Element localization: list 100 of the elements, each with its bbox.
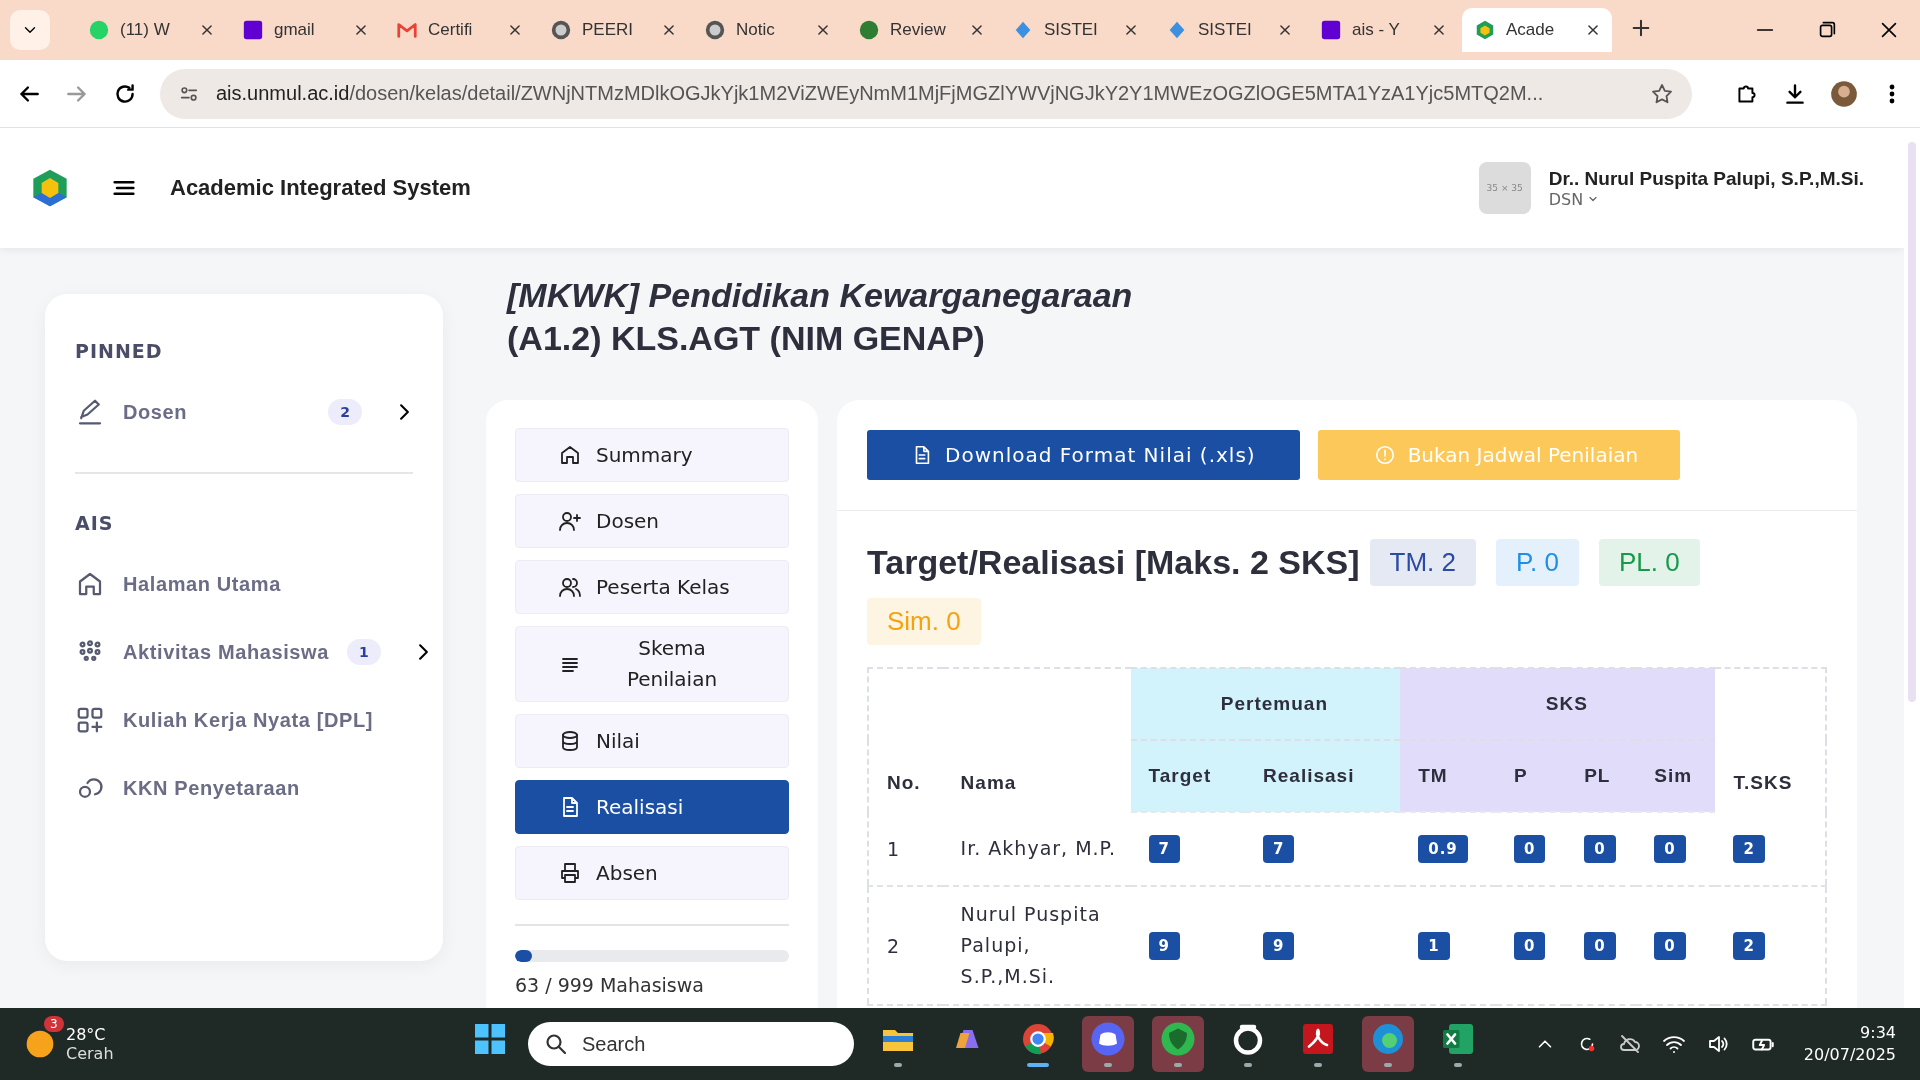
class-title: (A1.2) KLS.AGT (NIM GENAP) bbox=[507, 318, 986, 359]
close-icon[interactable] bbox=[816, 23, 830, 37]
group-header: SKS bbox=[1400, 668, 1716, 740]
table-cell: Nurul Puspita Palupi, S.P.,M.Si. bbox=[942, 886, 1131, 1005]
sidebar-item[interactable]: Aktivitas Mahasiswa 1 bbox=[75, 618, 413, 686]
plus-icon bbox=[1630, 17, 1652, 39]
pdf-icon bbox=[1300, 1021, 1336, 1057]
table-cell: 1 bbox=[868, 812, 943, 886]
close-icon[interactable] bbox=[1124, 23, 1138, 37]
star-icon[interactable] bbox=[1650, 81, 1674, 106]
temperature: 28°C bbox=[66, 1025, 107, 1044]
cloud-offline-icon[interactable] bbox=[1617, 1032, 1642, 1056]
menu-button[interactable]: Nilai bbox=[515, 714, 789, 768]
search-field[interactable]: Search bbox=[528, 1022, 854, 1066]
close-icon[interactable] bbox=[970, 23, 984, 37]
square-icon bbox=[1320, 19, 1342, 41]
column-header: T.SKS bbox=[1715, 668, 1826, 812]
close-icon[interactable] bbox=[1278, 23, 1292, 37]
printer-icon bbox=[558, 861, 582, 885]
browser-tab[interactable]: PEERI bbox=[538, 8, 688, 52]
sun-icon[interactable] bbox=[24, 1028, 56, 1060]
user-role[interactable]: DSN bbox=[1548, 189, 1584, 209]
browser-tab[interactable]: SISTEI bbox=[1000, 8, 1150, 52]
browser-tab[interactable]: Certifi bbox=[384, 8, 534, 52]
menu-button[interactable]: Peserta Kelas bbox=[515, 560, 789, 614]
browser-tab[interactable]: Acade bbox=[1462, 8, 1612, 52]
count-badge: 1 bbox=[346, 639, 381, 665]
home-icon bbox=[558, 443, 582, 467]
close-icon[interactable] bbox=[1432, 23, 1446, 37]
column-header: Target bbox=[1130, 740, 1246, 812]
sidebar-item[interactable]: Dosen 2 bbox=[75, 378, 413, 446]
browser-tab[interactable]: SISTEI bbox=[1154, 8, 1304, 52]
column-header: No. bbox=[868, 668, 943, 812]
clock-date[interactable]: 20/07/2025 bbox=[1803, 1044, 1896, 1066]
start-icon bbox=[472, 1021, 508, 1057]
users-icon bbox=[558, 575, 582, 599]
search-icon bbox=[544, 1032, 568, 1056]
profile-icon[interactable] bbox=[1830, 79, 1858, 108]
notification-badge: 3 bbox=[44, 1016, 64, 1032]
value-badge: 0 bbox=[1584, 931, 1616, 960]
address-bar[interactable]: ais.unmul.ac.id/dosen/kelas/detail/ZWNjNTMzMDlkOGJkYjk1M2ViZWEyNmM1MjFjMGZlYWVjNGJkY2Y1MWEzOGZlOGE5MTA1YzA1Yjc5MTQ2M... bbox=[160, 68, 1692, 119]
credit-badge: Sim. 0 bbox=[867, 598, 981, 645]
value-badge: 0 bbox=[1514, 835, 1546, 863]
browser-icon bbox=[1020, 1021, 1056, 1057]
scrollbar-thumb[interactable] bbox=[1908, 142, 1916, 702]
table-cell: Ir. Akhyar, M.P. bbox=[942, 812, 1131, 886]
browser-tab[interactable]: Notic bbox=[692, 8, 842, 52]
section-heading: PINNED bbox=[75, 340, 164, 362]
square-icon bbox=[242, 19, 264, 41]
credit-badge: P. 0 bbox=[1496, 539, 1579, 586]
value-badge: 2 bbox=[1733, 931, 1765, 960]
browser-tab[interactable]: ais - Y bbox=[1308, 8, 1458, 52]
value-badge: 9 bbox=[1148, 931, 1181, 960]
close-icon[interactable] bbox=[508, 23, 522, 37]
value-badge: 7 bbox=[1148, 835, 1181, 863]
value-badge: 0.9 bbox=[1418, 835, 1468, 863]
sidebar-item[interactable]: Kuliah Kerja Nyata [DPL] bbox=[75, 686, 413, 754]
column-header: P bbox=[1496, 740, 1567, 812]
value-badge: 0 bbox=[1584, 835, 1616, 863]
section-heading: AIS bbox=[75, 512, 115, 534]
section-heading: Target/Realisasi [Maks. 2 SKS] bbox=[867, 543, 1360, 582]
column-header: Realisasi bbox=[1245, 740, 1401, 812]
value-badge: 9 bbox=[1263, 931, 1295, 960]
browser-tab[interactable]: gmail bbox=[230, 8, 380, 52]
value-badge: 7 bbox=[1263, 835, 1295, 863]
column-header: PL bbox=[1566, 740, 1637, 812]
column-header: Sim bbox=[1636, 740, 1716, 812]
value-badge: 0 bbox=[1654, 835, 1686, 863]
course-title: [MKWK] Pendidikan Kewarganegaraan bbox=[507, 275, 1134, 316]
close-icon[interactable] bbox=[354, 23, 368, 37]
url-text: ais.unmul.ac.id/dosen/kelas/detail/ZWNjNTMzMDlkOGJkYjk1M2ViZWEyNmM1MjFjMGZlYWVjNGJkY2Y1MWEzOGZlOGE5MTA1YzA1Yjc5MTQ2M... bbox=[216, 82, 1545, 105]
close-icon[interactable] bbox=[1586, 23, 1600, 37]
clock-time[interactable]: 9:34 bbox=[1803, 1022, 1896, 1044]
credit-badge: PL. 0 bbox=[1598, 539, 1700, 586]
count-badge: 2 bbox=[328, 399, 362, 425]
browser-tab[interactable]: (11) W bbox=[76, 8, 226, 52]
app-title: Academic Integrated System bbox=[170, 175, 471, 201]
menu-button[interactable]: Realisasi bbox=[515, 780, 789, 834]
menu-button[interactable]: Skema Penilaian bbox=[515, 626, 789, 702]
credit-badge: TM. 2 bbox=[1369, 539, 1477, 586]
close-icon[interactable] bbox=[200, 23, 214, 37]
menu-button[interactable]: Dosen bbox=[515, 494, 789, 548]
value-badge: 1 bbox=[1418, 931, 1450, 960]
alert-icon bbox=[1373, 444, 1396, 466]
globe-icon bbox=[704, 19, 726, 41]
value-badge: 2 bbox=[1733, 834, 1765, 863]
grid-icon bbox=[75, 705, 105, 735]
value-badge: 0 bbox=[1654, 931, 1686, 960]
group-header: Pertemuan bbox=[1130, 668, 1401, 740]
browser-tab[interactable]: Review bbox=[846, 8, 996, 52]
menu-button[interactable]: Summary bbox=[515, 428, 789, 482]
sidebar-item[interactable]: KKN Penyetaraan bbox=[75, 754, 413, 822]
globe-icon bbox=[550, 19, 572, 41]
close-icon[interactable] bbox=[662, 23, 676, 37]
shield-icon bbox=[1160, 1021, 1196, 1057]
column-header: TM bbox=[1400, 740, 1497, 812]
taskbar-app[interactable] bbox=[1082, 1016, 1134, 1072]
menu-button[interactable]: Absen bbox=[515, 846, 789, 900]
download-button[interactable]: Download Format Nilai (.xls) bbox=[867, 430, 1300, 480]
sidebar-item[interactable]: Halaman Utama bbox=[75, 550, 413, 618]
